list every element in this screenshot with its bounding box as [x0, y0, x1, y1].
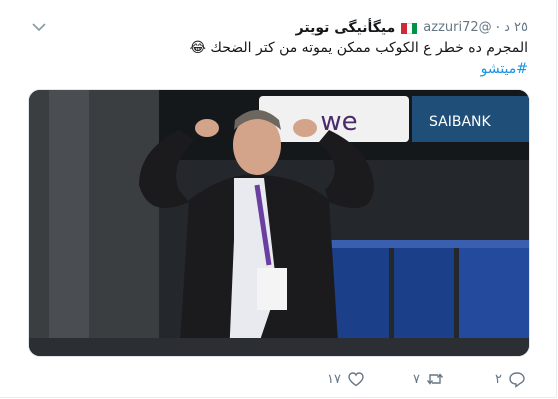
retweet-count: ٧ — [413, 371, 420, 387]
chevron-down-icon[interactable] — [32, 22, 46, 32]
heart-icon[interactable] — [347, 370, 365, 388]
retweet-action[interactable]: ٧ — [413, 364, 444, 394]
badge-card — [257, 268, 287, 310]
retweet-icon[interactable] — [426, 370, 444, 388]
photo-scene: we SAIBANK — [29, 90, 529, 356]
user-handle[interactable]: @azzuri72 — [423, 18, 491, 38]
tweet-text: المجرم ده خطر ع الكوكب ممكن يموته من كتر… — [189, 40, 528, 56]
banner-left-text: we — [320, 107, 357, 137]
separator-dot: · — [495, 20, 501, 36]
tweet-photo[interactable]: we SAIBANK — [28, 89, 530, 357]
banner-right-text: SAIBANK — [429, 114, 492, 130]
tweet-header: ميگأنيگى تويتر @azzuri72 · ٢٥ د — [296, 18, 528, 38]
reply-count: ٢ — [495, 371, 502, 387]
like-action[interactable]: ١٧ — [327, 364, 365, 394]
reply-icon[interactable] — [508, 370, 526, 388]
tweet-actions: ٢ ٧ ١٧ — [0, 364, 558, 394]
reply-action[interactable]: ٢ — [495, 364, 526, 394]
italy-flag-icon — [401, 22, 418, 34]
hashtag-link[interactable]: #ميتشو — [28, 59, 528, 80]
tweet-card[interactable]: ميگأنيگى تويتر @azzuri72 · ٢٥ د المجرم د… — [0, 0, 557, 398]
tweet-timestamp[interactable]: ٢٥ د — [504, 18, 528, 38]
display-name[interactable]: ميگأنيگى تويتر — [296, 18, 396, 38]
tweet-text-block: المجرم ده خطر ع الكوكب ممكن يموته من كتر… — [28, 38, 528, 80]
like-count: ١٧ — [327, 371, 341, 387]
